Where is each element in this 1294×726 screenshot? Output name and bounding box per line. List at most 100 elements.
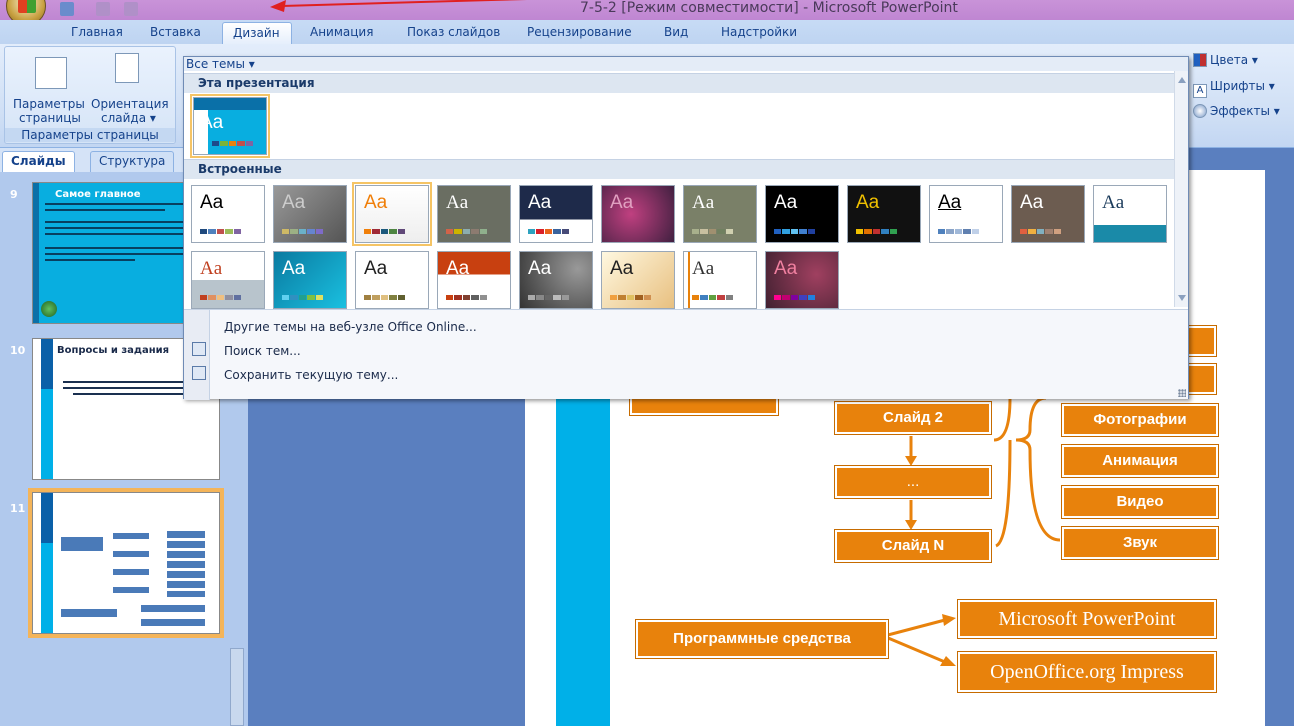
tab-outline[interactable]: Структура [90,151,175,172]
theme-solstice[interactable]: Aa [437,251,511,309]
theme-swatches [774,295,816,300]
save-current-theme-link[interactable]: Сохранить текущую тему... [224,368,398,382]
slide-box-sound[interactable]: Звук [1061,526,1219,560]
tab-home[interactable]: Главная [71,25,123,39]
theme-urban[interactable]: Aa [683,251,757,309]
thumb-text-line [45,203,205,205]
thumb-text-line [45,221,205,223]
theme-module[interactable]: Aa [1011,185,1085,243]
scroll-down-icon[interactable] [1178,295,1186,301]
theme-sample-text: Aa [446,192,469,213]
slide-box-powerpoint[interactable]: Microsoft PowerPoint [957,599,1217,639]
theme-swatches [692,295,734,300]
theme-apex[interactable]: Aa [273,185,347,243]
theme-flow[interactable]: Aa [683,185,757,243]
slide-box-slide2[interactable]: Слайд 2 [834,401,992,435]
theme-sample-text: Aa [364,192,388,213]
theme-median[interactable]: Aa [847,185,921,243]
theme-office[interactable]: Aa [191,185,265,243]
themes-gallery-dropdown: Все темы ▾ Эта презентация Aa Встроенные… [183,56,1189,400]
thumb-box [61,609,117,617]
theme-colors-button[interactable]: Цвета ▾ [1193,53,1258,67]
theme-swatches [528,295,570,300]
tab-review[interactable]: Рецензирование [527,25,632,39]
orientation-icon[interactable] [115,53,139,83]
tab-design[interactable]: Дизайн [222,22,292,46]
slide-box-photos[interactable]: Фотографии [1061,403,1219,437]
slide-thumbnail-11[interactable] [28,488,224,638]
scroll-up-icon[interactable] [1178,77,1186,83]
page-setup-button-line1[interactable]: Параметры [13,97,85,111]
theme-fonts-label: Шрифты ▾ [1210,79,1275,93]
theme-sample-text: Aa [774,192,798,213]
more-themes-online-link[interactable]: Другие темы на веб-узле Office Online... [224,320,477,334]
theme-equity[interactable]: Aa [601,185,675,243]
slide-box-software[interactable]: Программные средства [635,619,889,659]
thumb-text-line [45,227,205,229]
slide-box-animation[interactable]: Анимация [1061,444,1219,478]
theme-oriel[interactable]: Aa [191,251,265,309]
theme-band [688,252,690,308]
page-setup-group-title: Параметры страницы [5,128,175,142]
theme-current[interactable]: Aa [190,94,270,158]
page-setup-icon[interactable] [35,57,67,89]
theme-sample-text: Aa [938,192,962,213]
theme-origin[interactable]: Aa [273,251,347,309]
tab-addins[interactable]: Надстройки [721,25,797,39]
theme-aspect[interactable]: Aa [352,182,432,246]
orientation-button-line1[interactable]: Ориентация [91,97,169,111]
tab-slideshow[interactable]: Показ слайдов [407,25,500,39]
slide-number: 11 [10,502,26,515]
theme-swatches [856,229,898,234]
theme-sample-text: Aa [528,258,552,279]
theme-sample-text: Aa [610,258,634,279]
thumb-stripe-top [41,493,53,543]
theme-paper[interactable]: Aa [355,251,429,309]
page-setup-button-line2[interactable]: страницы [19,111,81,125]
theme-sample-text: Aa [364,258,388,279]
tab-slides[interactable]: Слайды [2,151,75,172]
theme-colors-label: Цвета ▾ [1210,53,1258,67]
gallery-scrollbar[interactable] [1174,71,1188,307]
slide-box-openoffice[interactable]: OpenOffice.org Impress [957,651,1217,693]
thumb-box [141,605,205,612]
resize-grip-icon[interactable] [1178,389,1186,397]
colors-icon [1193,53,1207,67]
save-icon[interactable] [60,2,74,16]
slide-box-ellipsis[interactable]: ... [834,465,992,499]
tab-view[interactable]: Вид [664,25,688,39]
theme-fonts-button[interactable]: A Шрифты ▾ [1193,79,1275,98]
slide-box-slideN[interactable]: Слайд N [834,529,992,563]
theme-effects-button[interactable]: Эффекты ▾ [1193,104,1280,118]
theme-concourse[interactable]: Aa [519,185,593,243]
theme-swatches [610,295,652,300]
theme-sample-text: Aa [774,258,798,279]
theme-sample-text: Aa [1020,192,1044,213]
tab-animation[interactable]: Анимация [310,25,373,39]
browse-themes-link[interactable]: Поиск тем... [224,344,301,358]
thumb-text-line [45,233,195,235]
theme-sample-text: Aa [282,192,306,213]
undo-icon[interactable] [96,2,110,16]
redo-icon[interactable] [124,2,138,16]
theme-trek[interactable]: Aa [601,251,675,309]
thumb-box [113,551,149,557]
all-themes-header[interactable]: Все темы ▾ [184,57,1188,71]
theme-swatches [528,229,570,234]
slide-thumb-title: Вопросы и задания [57,345,170,356]
title-bar: 7-5-2 [Режим совместимости] - Microsoft … [0,0,1294,26]
theme-swatches [212,141,254,146]
theme-sample-text: Aa [692,192,715,213]
theme-foundry[interactable]: Aa [765,185,839,243]
tab-insert[interactable]: Вставка [150,25,201,39]
theme-verve[interactable]: Aa [765,251,839,309]
theme-band [194,98,266,110]
orientation-button-line2[interactable]: слайда ▾ [101,111,156,125]
theme-metro[interactable]: Aa [929,185,1003,243]
theme-opulent[interactable]: Aa [1093,185,1167,243]
theme-civic[interactable]: Aa [437,185,511,243]
theme-sample-text: Aa [692,258,715,279]
theme-technic[interactable]: Aa [519,251,593,309]
slide-box-video[interactable]: Видео [1061,485,1219,519]
pane-scrollbar[interactable] [230,648,244,726]
